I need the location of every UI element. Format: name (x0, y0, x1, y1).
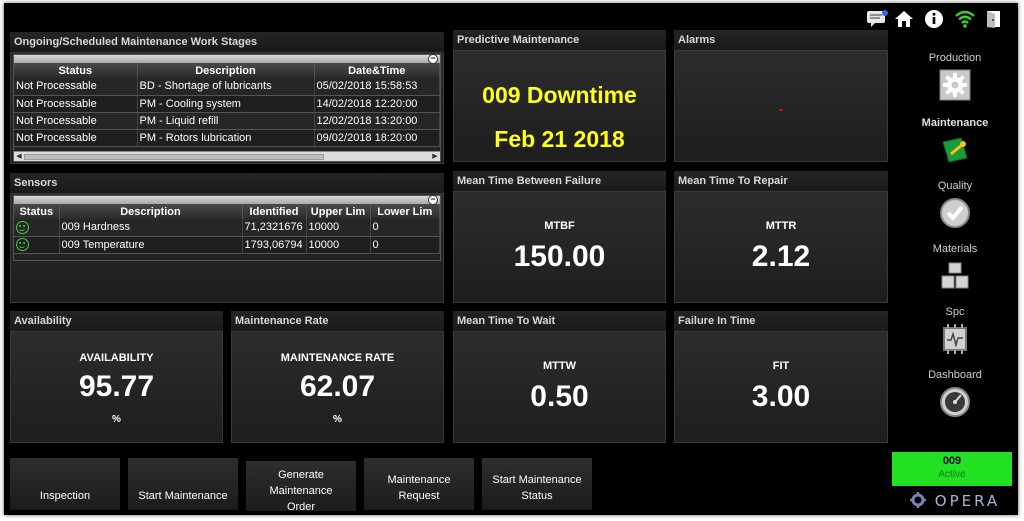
topbar-icons (866, 9, 1006, 29)
col-datetime[interactable]: Date&Time (314, 63, 440, 78)
mttw-label: MTTW (543, 360, 576, 372)
message-icon[interactable] (866, 9, 888, 29)
mttr-value: 2.12 (751, 240, 811, 273)
col-status[interactable]: Status (14, 63, 138, 78)
app-window: Ongoing/Scheduled Maintenance Work Stage… (4, 3, 1018, 515)
sensors-panel: − Status Description Identified Upper Li… (10, 193, 444, 303)
sidebar-item-spc[interactable]: Spc (892, 305, 1018, 365)
predictive-title: Predictive Maintenance (453, 30, 666, 50)
start-maintenance-button[interactable]: Start Maintenance (128, 458, 238, 510)
collapse-button[interactable]: − (428, 54, 438, 64)
availability-value: 95.77 (78, 370, 155, 403)
sidebar-item-dashboard[interactable]: Dashboard (892, 368, 1018, 428)
table-row[interactable]: Not Processable PM - Cooling system 14/02/… (14, 95, 440, 113)
mttw-card: MTTW 0.50 (453, 331, 666, 443)
col-description[interactable]: Description (137, 63, 315, 78)
mtbf-value: 150.00 (513, 240, 606, 273)
info-icon[interactable] (924, 9, 944, 29)
col-description[interactable]: Description (59, 204, 243, 219)
work-stages-table: − Status Description Date&Time Not Proce… (13, 54, 441, 162)
predictive-line-2: Feb 21 2018 (494, 126, 625, 152)
sensors-table: − Status Description Identified Upper Li… (13, 195, 441, 261)
maintenance-rate-value: 62.07 (299, 370, 376, 403)
alarms-card: - (674, 50, 888, 162)
status-id: 009 (942, 455, 962, 467)
status-badge[interactable]: 009 Active (892, 452, 1012, 486)
scroll-thumb[interactable] (24, 154, 324, 160)
maintenance-request-button[interactable]: Maintenance Request (364, 458, 474, 510)
inspection-button[interactable]: Inspection (10, 458, 120, 510)
fit-label: FIT (772, 360, 790, 372)
boxes-icon (939, 260, 971, 292)
maintenance-rate-unit: % (333, 414, 342, 425)
col-identified[interactable]: Identified (242, 204, 307, 219)
availability-label: AVAILABILITY (79, 352, 154, 364)
mttr-title: Mean Time To Repair (674, 171, 888, 191)
collapse-button[interactable]: − (428, 195, 438, 205)
availability-card: AVAILABILITY 95.77 % (10, 331, 223, 443)
fit-card: FIT 3.00 (674, 331, 888, 443)
sidebar-item-quality[interactable]: Quality (892, 179, 1018, 239)
check-icon (939, 197, 971, 229)
chip-icon (939, 323, 971, 355)
gear-icon (939, 69, 971, 101)
sidebar-item-maintenance[interactable]: Maintenance (892, 116, 1018, 176)
smiley-icon (16, 220, 29, 234)
alarm-value: - (778, 101, 784, 118)
sidebar-nav: Production Maintenance Quality Materials… (892, 39, 1018, 454)
mttw-value: 0.50 (530, 380, 589, 413)
status-text: Active (938, 469, 966, 480)
table-row[interactable]: 009 Temperature 1793,06794 10000 0 (14, 236, 440, 254)
opera-logo: OPERA (909, 491, 1000, 511)
work-stages-title: Ongoing/Scheduled Maintenance Work Stage… (10, 32, 444, 52)
mttr-card: MTTR 2.12 (674, 191, 888, 303)
work-stages-panel: − Status Description Date&Time Not Proce… (10, 52, 444, 164)
col-upper-lim[interactable]: Upper Lim (306, 204, 371, 219)
fit-title: Failure In Time (674, 311, 888, 331)
predictive-card: 009 Downtime Feb 21 2018 (453, 50, 666, 162)
gauge-icon (939, 386, 971, 418)
scroll-right-icon[interactable]: ▶ (430, 152, 440, 162)
table-row[interactable]: Not Processable PM - Rotors lubrication 09… (14, 129, 440, 147)
exit-icon[interactable] (984, 9, 1004, 29)
logo-gear-icon (910, 492, 926, 508)
availability-unit: % (112, 414, 121, 425)
home-icon[interactable] (894, 9, 914, 29)
generate-maintenance-order-button[interactable]: Generate Maintenance Order (246, 461, 356, 511)
wrench-icon (939, 134, 971, 166)
scroll-left-icon[interactable]: ◀ (14, 152, 24, 162)
start-maintenance-status-button[interactable]: Start Maintenance Status (482, 458, 592, 510)
predictive-line-1: 009 Downtime (482, 82, 637, 108)
mttw-title: Mean Time To Wait (453, 311, 666, 331)
maintenance-rate-card: MAINTENANCE RATE 62.07 % (231, 331, 444, 443)
wifi-icon (954, 9, 975, 29)
availability-title: Availability (10, 311, 223, 331)
sidebar-item-production[interactable]: Production (892, 51, 1018, 111)
smiley-icon (16, 238, 29, 251)
mtbf-card: MTBF 150.00 (453, 191, 666, 303)
mtbf-title: Mean Time Between Failure (453, 171, 666, 191)
alarms-title: Alarms (674, 30, 888, 50)
sensors-title: Sensors (10, 173, 444, 193)
mttr-label: MTTR (765, 220, 797, 232)
table-row[interactable]: Not Processable PM - Liquid refill 12/02/2… (14, 112, 440, 130)
maintenance-rate-label: MAINTENANCE RATE (280, 352, 395, 364)
sidebar-item-materials[interactable]: Materials (892, 242, 1018, 302)
maintenance-rate-title: Maintenance Rate (231, 311, 444, 331)
col-status[interactable]: Status (14, 204, 60, 219)
horizontal-scrollbar[interactable]: ◀ ▶ (14, 151, 440, 161)
mtbf-label: MTBF (544, 220, 575, 232)
table-row[interactable]: 009 Hardness 71,2321676 10000 0 (14, 219, 440, 237)
fit-value: 3.00 (751, 380, 811, 413)
table-row[interactable]: Not Processable BD - Shortage of lubrican… (14, 78, 440, 96)
col-lower-lim[interactable]: Lower Lim (370, 204, 440, 219)
